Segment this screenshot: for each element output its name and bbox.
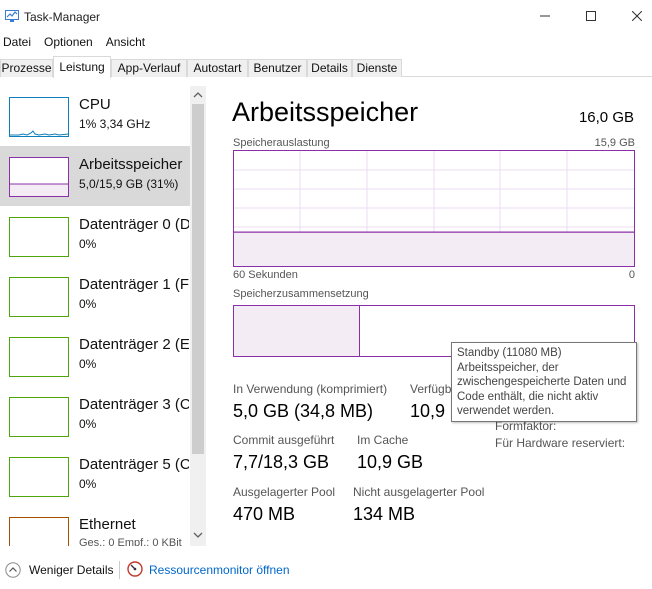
memory-usage-graph [233, 150, 635, 267]
page-title: Arbeitsspeicher [232, 97, 419, 127]
chevron-down-icon[interactable] [193, 530, 203, 540]
cache-value: 10,9 GB [357, 452, 424, 472]
close-icon [632, 11, 642, 21]
paged-pool-value: 470 MB [233, 504, 296, 524]
sidebar-item-ethernet[interactable]: Ethernet Ges.: 0 Empf.: 0 KBit [0, 506, 190, 546]
sidebar-item-title: Arbeitsspeicher [79, 156, 183, 173]
sidebar-item-memory[interactable]: Arbeitsspeicher 5,0/15,9 GB (31%) [0, 146, 190, 206]
disk-graph-icon [9, 397, 69, 437]
sidebar-item-sub: 5,0/15,9 GB (31%) [79, 177, 179, 191]
tab-prozesse[interactable]: Prozesse [0, 59, 53, 77]
fewer-details-button[interactable]: Weniger Details [29, 563, 113, 577]
menu-optionen[interactable]: Optionen [42, 34, 95, 52]
cache-label: Im Cache [357, 433, 409, 447]
tab-benutzer[interactable]: Benutzer [248, 59, 307, 77]
composition-in-use-segment[interactable] [234, 306, 360, 356]
available-value: 10,9 [410, 401, 446, 421]
tab-bar: Prozesse Leistung App-Verlauf Autostart … [0, 56, 652, 78]
sidebar-item-sub: 1% 3,34 GHz [79, 117, 151, 131]
sidebar-item-title: Datenträger 3 (C [79, 396, 189, 413]
tooltip-line: verwendet werden. [457, 405, 555, 417]
tooltip-line: Arbeitsspeicher, der [457, 361, 559, 374]
in-use-label: In Verwendung (komprimiert) [233, 382, 388, 396]
total-memory: 16,0 GB [578, 109, 634, 126]
disk-graph-icon [9, 457, 69, 497]
network-graph-icon [9, 517, 69, 546]
commit-value: 7,7/18,3 GB [233, 452, 330, 472]
menu-datei[interactable]: Datei [1, 34, 33, 52]
sidebar-item-title: Datenträger 2 (E [79, 336, 189, 353]
window-title: Task-Manager [24, 10, 101, 24]
menu-ansicht[interactable]: Ansicht [104, 34, 147, 52]
paged-pool-label: Ausgelagerter Pool [233, 485, 336, 499]
tooltip-line: zwischengespeicherte Daten und [457, 376, 627, 388]
nonpaged-pool-value: 134 MB [353, 504, 416, 524]
composition-label: Speicherzusammensetzung [233, 288, 369, 300]
sidebar-item-title: Datenträger 0 (D [79, 216, 189, 233]
scrollbar-thumb[interactable] [192, 104, 204, 454]
usage-label: Speicherauslastung [233, 137, 330, 149]
resource-list: CPU 1% 3,34 GHz Arbeitsspeicher 5,0/15,9… [0, 86, 206, 546]
sidebar-item-disk-2[interactable]: Datenträger 2 (E 0% [0, 326, 190, 386]
maximize-icon [586, 11, 596, 21]
chevron-up-circle-icon[interactable] [5, 562, 21, 578]
sidebar-item-sub: 0% [79, 297, 97, 311]
sidebar-item-disk-3[interactable]: Datenträger 3 (C 0% [0, 386, 190, 446]
footer-bar: Weniger Details Ressourcenmonitor öffnen [0, 556, 652, 589]
disk-graph-icon [9, 217, 69, 257]
sidebar-item-sub: 0% [79, 477, 97, 491]
sidebar-scrollbar[interactable] [190, 86, 206, 546]
sidebar-item-title: Datenträger 5 (C [79, 456, 189, 473]
sidebar-item-title: Datenträger 1 (F [79, 276, 189, 293]
task-manager-icon [5, 10, 19, 22]
disk-graph-icon [9, 277, 69, 317]
maximize-button[interactable] [568, 0, 614, 32]
cpu-graph-icon [9, 97, 69, 137]
tab-details[interactable]: Details [307, 59, 352, 77]
minimize-icon [540, 15, 550, 17]
tab-dienste[interactable]: Dienste [352, 59, 402, 77]
usage-max-label: 15,9 GB [594, 137, 635, 149]
footer-divider [119, 561, 120, 579]
sidebar-item-sub: 0% [79, 417, 97, 431]
resource-monitor-link[interactable]: Ressourcenmonitor öffnen [149, 563, 290, 577]
menu-bar: Datei Optionen Ansicht [0, 34, 156, 52]
time-left-label: 60 Sekunden [233, 269, 298, 281]
title-bar: Task-Manager [0, 0, 652, 32]
close-button[interactable] [614, 0, 652, 32]
resource-monitor-icon[interactable] [127, 561, 143, 577]
sidebar-item-title: Ethernet [79, 516, 136, 533]
sidebar-item-disk-0[interactable]: Datenträger 0 (D 0% [0, 206, 190, 266]
minimize-button[interactable] [522, 0, 568, 32]
available-label: Verfügb [410, 382, 452, 396]
disk-graph-icon [9, 337, 69, 377]
nonpaged-pool-label: Nicht ausgelagerter Pool [353, 485, 485, 499]
tooltip-line: Code enthält, die nicht aktiv [457, 390, 599, 403]
sidebar-item-sub: 0% [79, 357, 97, 371]
tooltip-line: Standby (11080 MB) [457, 347, 562, 359]
commit-label: Commit ausgeführt [233, 433, 335, 447]
in-use-value: 5,0 GB (34,8 MB) [233, 401, 374, 421]
sidebar-item-cpu[interactable]: CPU 1% 3,34 GHz [0, 86, 190, 146]
sidebar-item-disk-5[interactable]: Datenträger 5 (C 0% [0, 446, 190, 506]
sidebar-item-title: CPU [79, 96, 111, 113]
memory-graph-icon [9, 157, 69, 197]
time-right-label: 0 [628, 269, 635, 281]
sidebar-item-sub: Ges.: 0 Empf.: 0 KBit [79, 537, 182, 546]
sidebar-item-disk-1[interactable]: Datenträger 1 (F 0% [0, 266, 190, 326]
hardware-reserved-label: Für Hardware reserviert: [495, 436, 626, 450]
memory-usage-fill [234, 232, 634, 266]
tab-app-verlauf[interactable]: App-Verlauf [111, 59, 187, 77]
tab-leistung[interactable]: Leistung [53, 56, 111, 78]
standby-tooltip: Standby (11080 MB) Arbeitsspeicher, der … [451, 342, 637, 422]
tab-autostart[interactable]: Autostart [187, 59, 248, 77]
sidebar-item-sub: 0% [79, 237, 97, 251]
chevron-up-icon[interactable] [193, 90, 203, 100]
